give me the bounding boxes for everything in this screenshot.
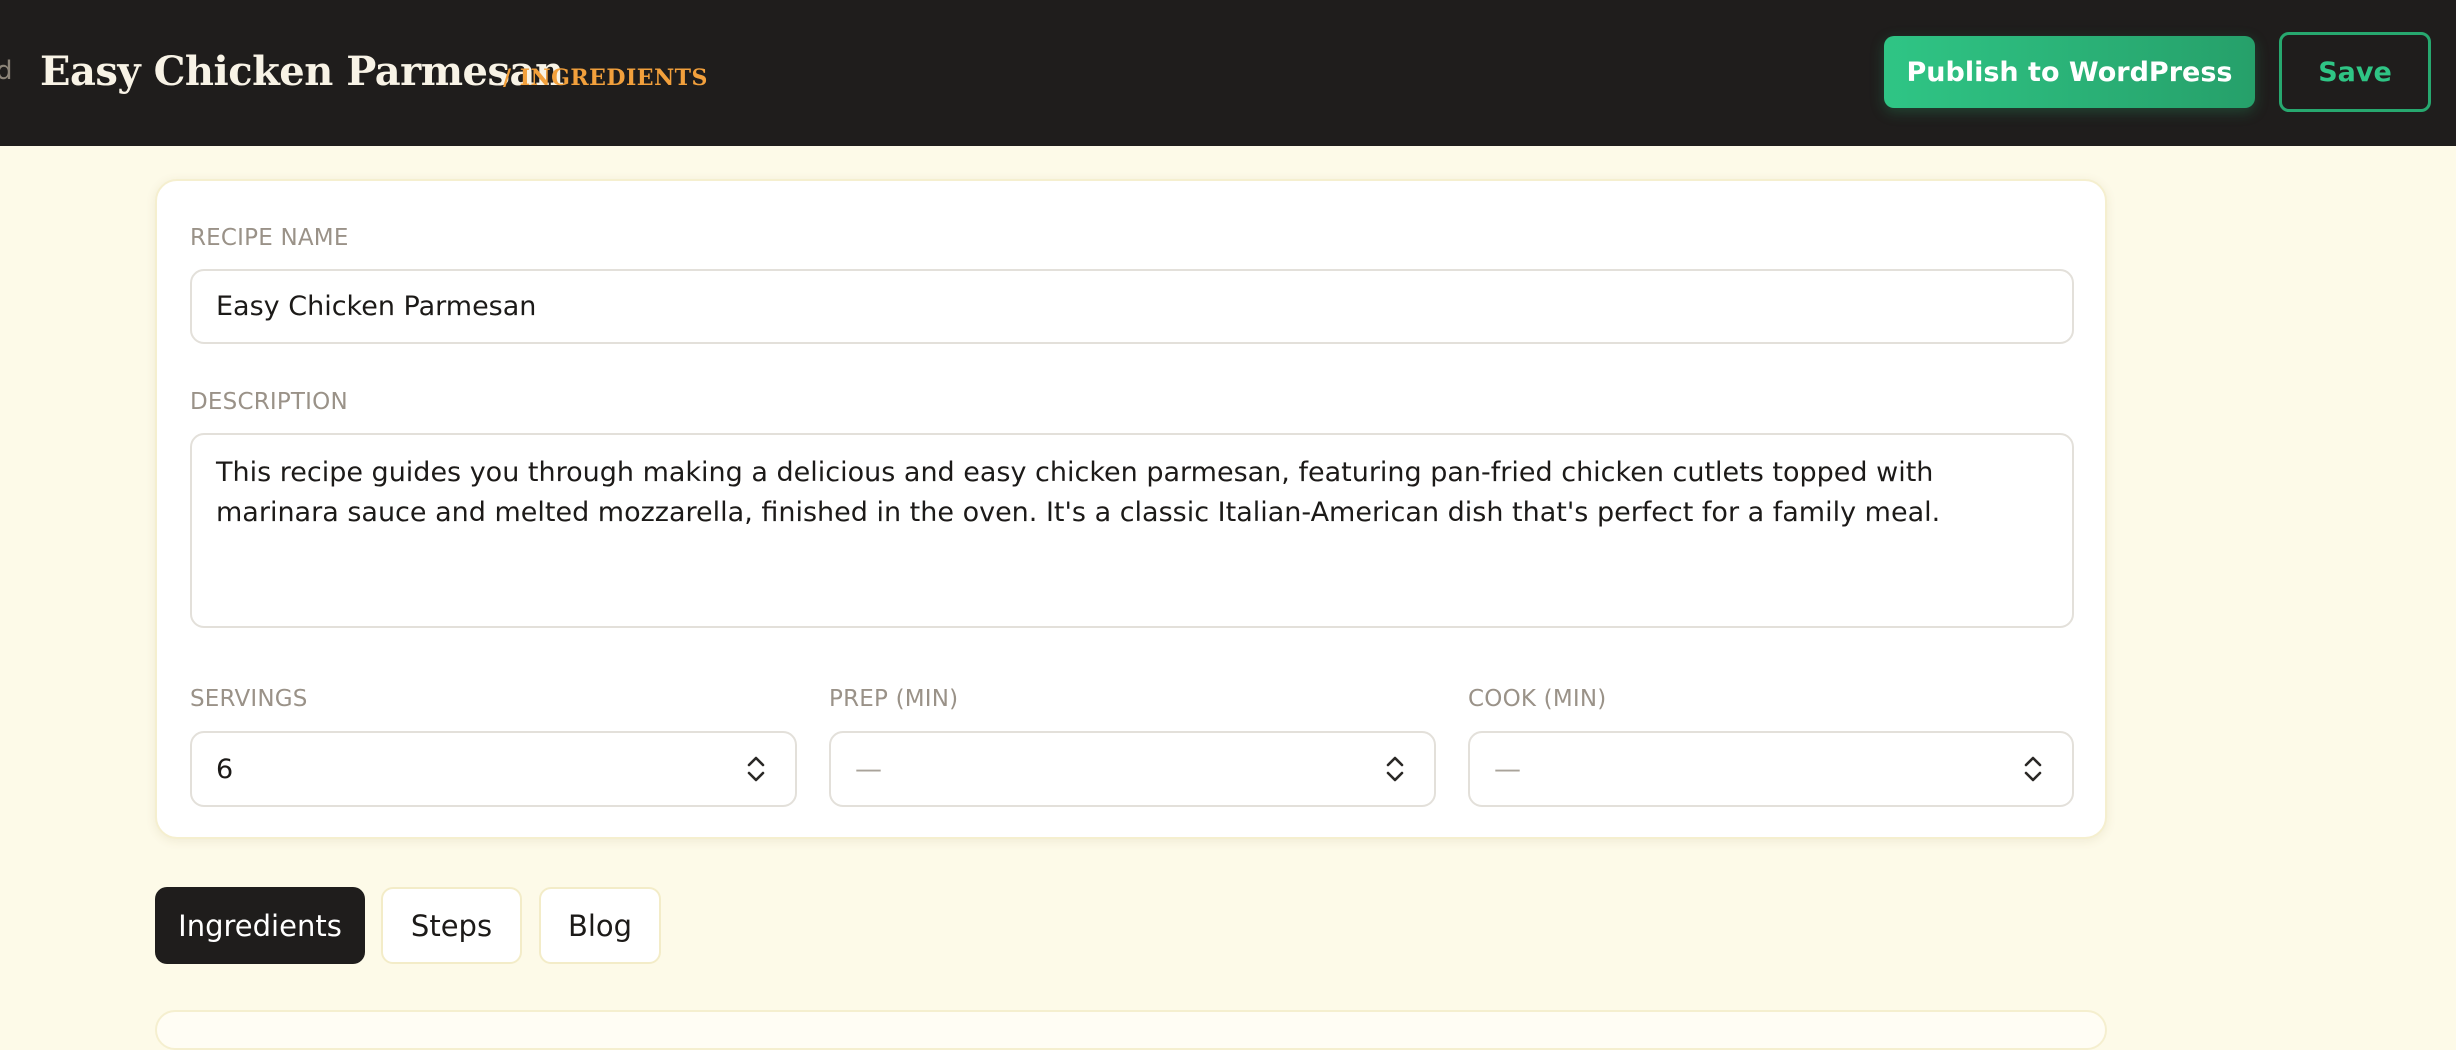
top-bar: d Easy Chicken Parmesan / INGREDIENTS Pu…	[0, 0, 2456, 146]
servings-label: SERVINGS	[190, 686, 308, 712]
cook-label: COOK (MIN)	[1468, 686, 1607, 712]
breadcrumb: / INGREDIENTS	[503, 65, 708, 91]
recipe-name-value: Easy Chicken Parmesan	[216, 291, 537, 322]
page-title: Easy Chicken Parmesan	[40, 48, 564, 95]
cook-minutes-input[interactable]: —	[1468, 731, 2074, 807]
tab-blog[interactable]: Blog	[539, 887, 661, 964]
servings-value: 6	[216, 753, 234, 785]
publish-to-wordpress-button[interactable]: Publish to WordPress	[1884, 36, 2255, 108]
cook-placeholder: —	[1494, 753, 1521, 785]
prep-placeholder: —	[855, 753, 882, 785]
back-link[interactable]: d	[0, 56, 13, 86]
description-textarea[interactable]: This recipe guides you through making a …	[190, 433, 2074, 628]
recipe-details-card: RECIPE NAME Easy Chicken Parmesan DESCRI…	[155, 179, 2107, 839]
tab-steps[interactable]: Steps	[381, 887, 522, 964]
servings-input[interactable]: 6	[190, 731, 797, 807]
ingredients-panel	[155, 1010, 2107, 1050]
chevron-up-down-icon[interactable]	[1384, 751, 1406, 787]
chevron-up-down-icon[interactable]	[745, 751, 767, 787]
recipe-name-input[interactable]: Easy Chicken Parmesan	[190, 269, 2074, 344]
description-label: DESCRIPTION	[190, 389, 348, 415]
tab-ingredients[interactable]: Ingredients	[155, 887, 365, 964]
recipe-name-label: RECIPE NAME	[190, 225, 349, 251]
save-button[interactable]: Save	[2279, 32, 2431, 112]
prep-label: PREP (MIN)	[829, 686, 959, 712]
description-value: This recipe guides you through making a …	[216, 457, 1941, 528]
prep-minutes-input[interactable]: —	[829, 731, 1436, 807]
chevron-up-down-icon[interactable]	[2022, 751, 2044, 787]
